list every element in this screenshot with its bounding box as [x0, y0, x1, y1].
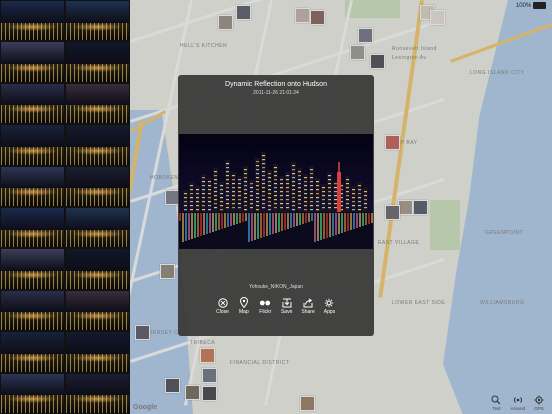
close-icon — [217, 297, 228, 308]
photo-datetime: 2011-11-26 21:01:24 — [253, 90, 299, 96]
close-button[interactable]: Close — [214, 297, 231, 319]
photo-thumbnail[interactable] — [0, 0, 65, 42]
battery-icon — [533, 2, 546, 9]
photo-thumbnail[interactable] — [0, 331, 65, 373]
share-icon — [303, 297, 313, 307]
around-label: Around — [510, 406, 525, 411]
text-search-button[interactable]: Text — [491, 395, 501, 411]
gps-button[interactable]: GPS — [534, 395, 544, 411]
photo-thumbnail[interactable] — [0, 82, 65, 125]
share-label: Share — [301, 309, 315, 315]
save-button[interactable]: Save — [278, 297, 295, 319]
photo-title: Dynamic Reflection onto Hudson — [225, 81, 327, 88]
photo-thumbnail[interactable] — [65, 331, 130, 373]
photo-thumbnail-grid[interactable] — [0, 0, 130, 414]
apps-button[interactable]: Apps — [321, 297, 338, 319]
close-label: Close — [216, 309, 229, 315]
night-skyline-illustration — [179, 134, 373, 249]
photo-thumbnail[interactable] — [65, 372, 130, 414]
photo-thumbnail[interactable] — [65, 206, 130, 249]
text-label: Text — [492, 406, 501, 411]
gps-label: GPS — [534, 406, 544, 411]
photo-author[interactable]: Yohsuke_NIKON_Japan — [178, 284, 374, 290]
around-button[interactable]: Around — [510, 395, 525, 411]
photo-thumbnail[interactable] — [0, 165, 65, 207]
map-button[interactable]: Map — [235, 297, 252, 319]
photo-thumbnail[interactable] — [65, 124, 130, 166]
photo-thumbnail[interactable] — [0, 248, 65, 290]
map-tools: Text Around GPS — [491, 395, 544, 411]
save-label: Save — [280, 309, 293, 315]
around-icon — [513, 397, 522, 403]
photo-thumbnail[interactable] — [65, 82, 130, 125]
flickr-button[interactable]: Flickr — [257, 297, 274, 319]
google-logo: Google — [133, 404, 158, 411]
photo-thumbnail[interactable] — [65, 0, 130, 42]
photo-thumbnail[interactable] — [0, 289, 65, 332]
flickr-label: Flickr — [259, 309, 272, 315]
photo-thumbnail[interactable] — [0, 206, 65, 249]
apps-label: Apps — [323, 309, 336, 315]
photo-thumbnail[interactable] — [0, 124, 65, 166]
photo-action-bar: Close Map Flickr Save Share Apps — [214, 297, 338, 319]
map-pin-icon — [239, 297, 248, 308]
photo-thumbnail[interactable] — [65, 41, 130, 83]
photo-image[interactable] — [179, 134, 373, 249]
photo-thumbnail[interactable] — [0, 41, 65, 83]
battery-status: 100% — [516, 2, 546, 9]
photo-detail-dialog: Dynamic Reflection onto Hudson 2011-11-2… — [178, 75, 374, 336]
photo-thumbnail[interactable] — [0, 372, 65, 414]
photo-thumbnail[interactable] — [65, 165, 130, 207]
photo-thumbnail[interactable] — [65, 289, 130, 332]
photo-thumbnail[interactable] — [65, 248, 130, 290]
map-label: Map — [239, 309, 249, 315]
apps-icon — [325, 298, 334, 307]
gps-icon — [534, 395, 544, 405]
search-icon — [491, 395, 501, 405]
share-button[interactable]: Share — [300, 297, 317, 319]
flickr-icon — [260, 300, 271, 305]
save-icon — [282, 298, 292, 307]
